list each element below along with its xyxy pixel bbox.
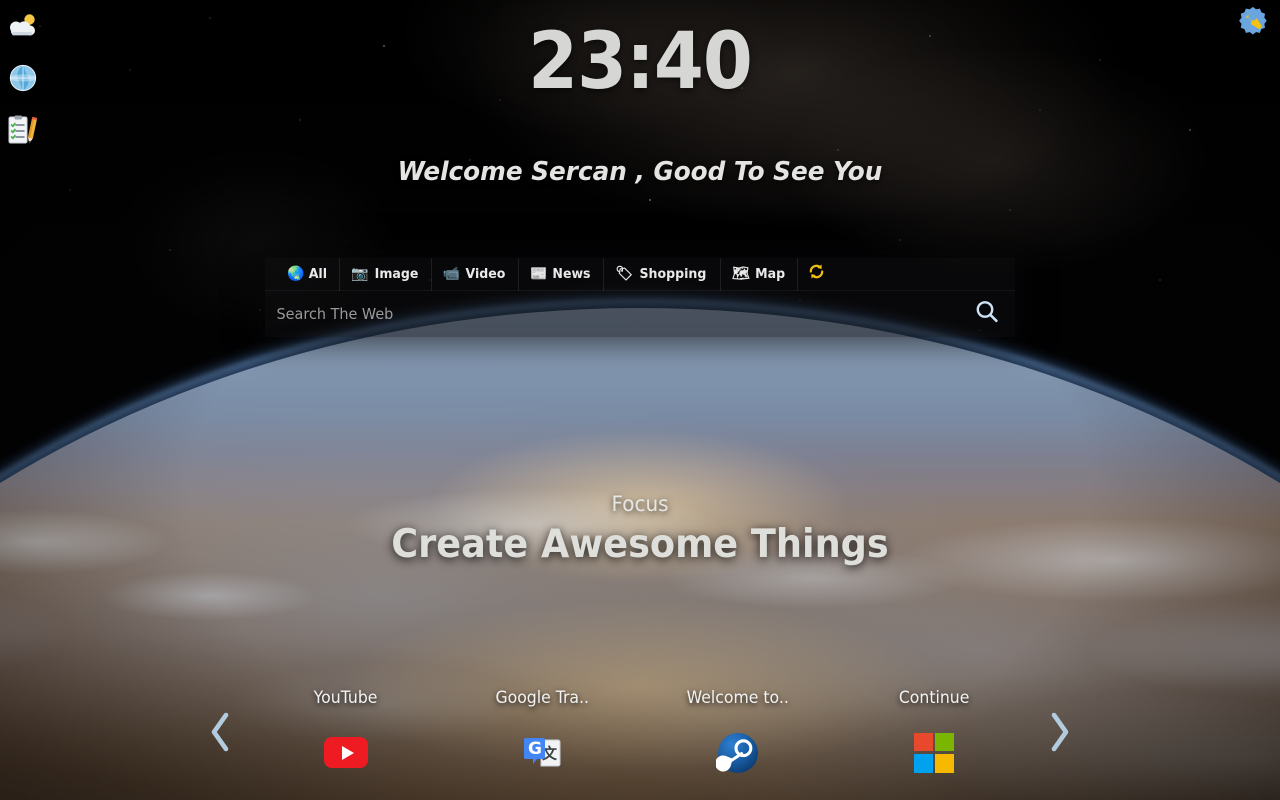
microsoft-icon [910,729,958,777]
ms-square-blue [914,753,933,773]
search-tab-label: Map [754,266,785,282]
newspaper-icon: 📰 [529,266,548,282]
clock-time: 23:40 [528,17,753,107]
ms-square-red [914,732,933,752]
focus-label: Focus [611,492,669,516]
search-panel: 🌏 All 📷 Image 📹 Video 📰 News 🏷 Shopping … [265,257,1015,337]
camera-icon: 📷 [351,266,369,282]
search-tab-map[interactable]: 🗺 Map [721,257,799,291]
google-translate-icon: 文 G [518,729,566,777]
search-tab-shopping[interactable]: 🏷 Shopping [604,257,722,291]
search-submit-button[interactable] [959,291,1015,337]
video-camera-icon: 📹 [442,266,461,282]
focus-text[interactable]: Create Awesome Things [38,522,1241,567]
ms-square-green [935,732,954,752]
bookmark-list: YouTube Google Tra.. 文 G Welcome to.. Co… [252,688,1028,777]
search-tab-label: All [309,266,328,282]
youtube-icon [322,729,370,777]
world-widget-button[interactable] [6,58,40,98]
search-row [265,291,1015,337]
search-tab-label: Shopping [639,266,707,282]
search-category-tabs: 🌏 All 📷 Image 📹 Video 📰 News 🏷 Shopping … [265,257,1015,291]
search-tab-all[interactable]: 🌏 All [276,257,341,291]
chevron-left-icon [211,712,229,752]
bookmark-youtube[interactable]: YouTube [266,688,426,777]
search-input[interactable] [265,291,932,337]
globe-icon: 🌏 [287,266,305,282]
greeting-message: Welcome Sercan , Good To See You [397,157,883,187]
bookmark-title: Continue [898,687,970,707]
cloud-sun-icon [7,13,39,39]
search-icon [974,299,1000,330]
bookmark-google-translate[interactable]: Google Tra.. 文 G [462,688,622,777]
bookmark-microsoft[interactable]: Continue [854,688,1014,777]
map-icon: 🗺 [732,266,750,282]
refresh-engine-button[interactable] [798,258,835,291]
search-tab-label: Image [374,266,418,282]
bookmark-title: Welcome to.. [686,687,790,707]
notes-widget-button[interactable] [6,110,40,150]
globe-icon [8,63,38,93]
search-tab-label: News [552,266,591,282]
search-tab-image[interactable]: 📷 Image [340,257,432,291]
search-tab-label: Video [465,266,506,282]
steam-icon [714,729,762,777]
bookmark-title: YouTube [314,687,378,707]
ms-square-yellow [935,753,954,773]
price-tag-icon: 🏷 [615,266,634,282]
widget-rail [6,6,46,150]
svg-text:G: G [528,739,542,759]
notes-icon [6,115,40,145]
search-tab-news[interactable]: 📰 News [519,257,605,291]
gear-wrench-icon [1238,6,1268,41]
bookmark-title: Google Tra.. [495,687,589,707]
weather-widget-button[interactable] [6,6,40,46]
focus-block: Focus Create Awesome Things [0,492,1280,567]
bookmark-steam[interactable]: Welcome to.. [658,688,818,777]
bookmark-dock: YouTube Google Tra.. 文 G Welcome to.. Co… [0,672,1280,792]
chevron-right-icon [1051,712,1069,752]
search-tab-video[interactable]: 📹 Video [432,257,519,291]
settings-button[interactable] [1236,6,1270,40]
dock-prev-arrow[interactable] [188,700,252,764]
refresh-icon [807,262,826,286]
dock-next-arrow[interactable] [1028,700,1092,764]
